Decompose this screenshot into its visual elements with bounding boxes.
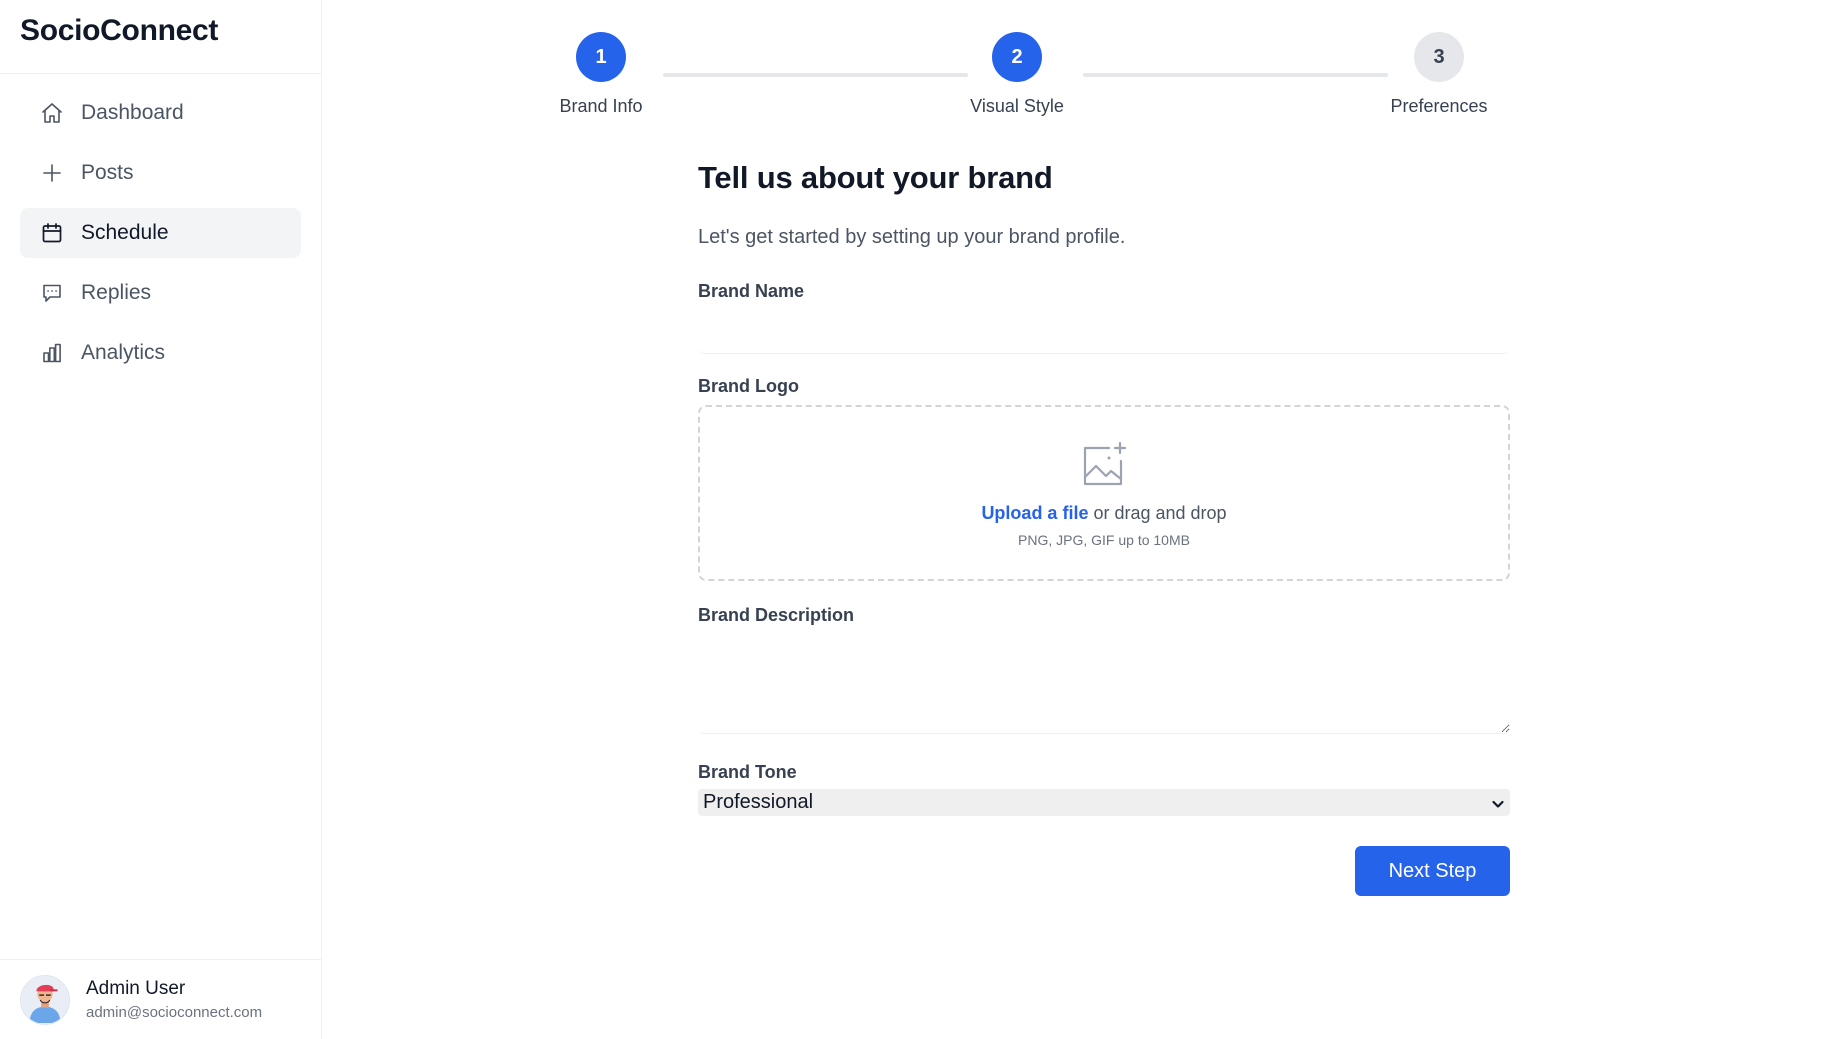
progress-stepper: 1 Brand Info 2 Visual Style 3 Preference… bbox=[322, 0, 1848, 130]
form-actions: Next Step bbox=[698, 846, 1510, 896]
brand-name-input[interactable] bbox=[698, 310, 1510, 354]
sidebar-item-schedule[interactable]: Schedule bbox=[20, 208, 301, 258]
step-visual-style[interactable]: 2 Visual Style bbox=[917, 32, 1117, 117]
sidebar-item-label: Dashboard bbox=[81, 101, 184, 124]
drag-drop-text: or drag and drop bbox=[1088, 502, 1227, 523]
step-label: Visual Style bbox=[970, 96, 1064, 116]
brand-form: Tell us about your brand Let's get start… bbox=[698, 160, 1510, 896]
step-label: Preferences bbox=[1390, 96, 1488, 116]
sidebar-nav: Dashboard Posts Schedule Replies Analyti… bbox=[0, 74, 321, 388]
step-number: 3 bbox=[1414, 32, 1464, 82]
app-root: SocioConnect Dashboard Posts Schedule Re… bbox=[0, 0, 1848, 1039]
step-label: Brand Info bbox=[559, 96, 643, 116]
brand-name-label: Brand Name bbox=[698, 281, 805, 301]
user-email: admin@socioconnect.com bbox=[86, 1004, 263, 1021]
step-preferences[interactable]: 3 Preferences bbox=[1339, 32, 1539, 117]
calendar-icon bbox=[40, 221, 64, 245]
user-profile[interactable]: Admin User admin@socioconnect.com bbox=[0, 959, 321, 1039]
sidebar-item-dashboard[interactable]: Dashboard bbox=[20, 88, 301, 138]
step-number: 1 bbox=[576, 32, 626, 82]
next-step-button[interactable]: Next Step bbox=[1355, 846, 1510, 896]
step-number: 2 bbox=[992, 32, 1042, 82]
upload-file-link[interactable]: Upload a file bbox=[981, 503, 1088, 523]
image-add-icon bbox=[1079, 439, 1129, 489]
brand-tone-label: Brand Tone bbox=[698, 762, 797, 782]
brand-logo-label: Brand Logo bbox=[698, 376, 799, 396]
sidebar-item-label: Posts bbox=[81, 161, 134, 184]
sidebar-item-posts[interactable]: Posts bbox=[20, 148, 301, 198]
brand-tone-value: Professional bbox=[703, 791, 814, 813]
step-brand-info[interactable]: 1 Brand Info bbox=[501, 32, 701, 117]
sidebar-item-label: Analytics bbox=[81, 341, 166, 364]
bar-chart-icon bbox=[40, 341, 64, 365]
main-content: 1 Brand Info 2 Visual Style 3 Preference… bbox=[322, 0, 1848, 1039]
sidebar-item-label: Schedule bbox=[81, 221, 169, 244]
app-logo: SocioConnect bbox=[0, 0, 321, 74]
brand-description-label: Brand Description bbox=[698, 605, 855, 625]
avatar-icon bbox=[20, 974, 70, 1025]
chat-bubble-icon bbox=[40, 281, 64, 305]
upload-hint: PNG, JPG, GIF up to 10MB bbox=[1018, 531, 1190, 548]
sidebar-item-analytics[interactable]: Analytics bbox=[20, 328, 301, 378]
user-name: Admin User bbox=[86, 978, 186, 999]
plus-icon bbox=[40, 161, 64, 185]
page-title: Tell us about your brand bbox=[698, 160, 1053, 195]
user-info: Admin User admin@socioconnect.com bbox=[86, 978, 262, 1021]
chevron-down-icon bbox=[1490, 795, 1506, 811]
sidebar: SocioConnect Dashboard Posts Schedule Re… bbox=[0, 0, 322, 1039]
brand-tone-select[interactable]: Professional bbox=[698, 789, 1510, 816]
page-subtitle: Let's get started by setting up your bra… bbox=[698, 226, 1126, 248]
upload-instructions: Upload a file or drag and drop bbox=[981, 503, 1226, 524]
home-icon bbox=[40, 101, 64, 125]
brand-description-input[interactable] bbox=[698, 634, 1510, 734]
sidebar-item-replies[interactable]: Replies bbox=[20, 268, 301, 318]
logo-dropzone[interactable]: Upload a file or drag and drop PNG, JPG,… bbox=[698, 405, 1510, 581]
sidebar-item-label: Replies bbox=[81, 281, 152, 304]
